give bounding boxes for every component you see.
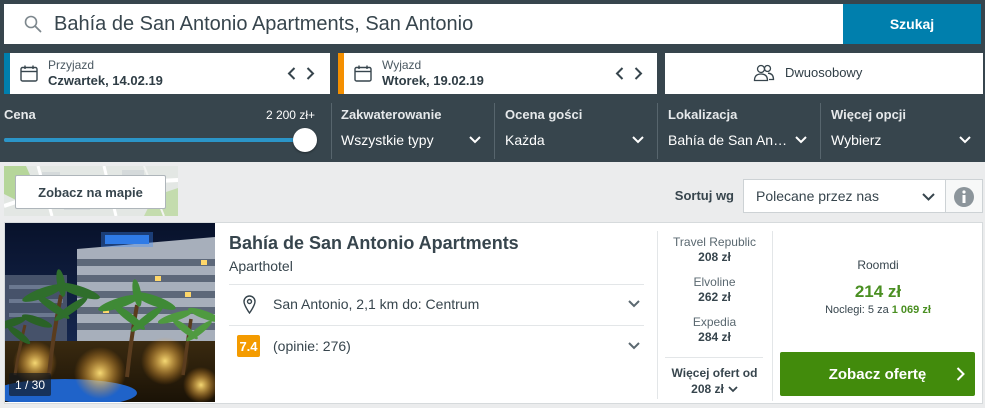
offer-provider: Travel Republic [673, 235, 756, 249]
rating-row[interactable]: 7.4 (opinie: 276) [229, 326, 644, 366]
chevron-down-icon [922, 193, 935, 201]
sort-info-button[interactable] [946, 179, 983, 213]
more-offers-price: 208 zł [691, 382, 724, 396]
chevron-left-icon[interactable] [287, 67, 296, 80]
accommodation-value: Wszystkie typy [341, 132, 434, 148]
checkin-field[interactable]: Przyjazd Czwartek, 14.02.19 [4, 53, 330, 94]
nights-total: 1 069 zł [891, 304, 931, 316]
featured-provider: Roomdi [857, 258, 899, 272]
checkin-label: Przyjazd [48, 58, 95, 72]
offer-item[interactable]: Travel Republic 208 zł [657, 233, 772, 267]
chevron-down-icon [728, 385, 738, 393]
calendar-icon [20, 65, 38, 82]
sort-value: Polecane przez nas [756, 188, 879, 204]
location-pin-icon [243, 295, 256, 314]
checkin-stripe [4, 53, 10, 94]
chevron-left-icon[interactable] [615, 67, 624, 80]
location-text: San Antonio, 2,1 km do: Centrum [273, 296, 480, 312]
rating-badge: 7.4 [237, 335, 260, 357]
more-offers-label: Więcej ofert od [671, 366, 758, 380]
more-options-value: Wybierz [831, 132, 882, 148]
hotel-search-page: Szukaj Przyjazd Czwartek, 14.02.19 Wyjaz… [0, 0, 985, 408]
chevron-down-icon [469, 136, 481, 144]
price-slider-knob[interactable] [293, 128, 317, 152]
more-offers-price-row: 208 zł [657, 382, 772, 396]
location-label: Lokalizacja [668, 107, 738, 122]
price-filter-label: Cena [4, 107, 36, 122]
price-slider-track[interactable] [4, 138, 304, 142]
chevron-right-icon[interactable] [306, 67, 315, 80]
guests-field[interactable]: Dwuosobowy [665, 53, 983, 94]
photo-counter: 1 / 30 [9, 373, 51, 396]
view-deal-button[interactable]: Zobacz ofertę [780, 352, 975, 396]
users-icon [753, 64, 775, 82]
location-filter[interactable]: Lokalizacja Bahía de San An… [658, 100, 820, 160]
offer-provider: Expedia [692, 315, 737, 329]
search-bar [4, 4, 843, 44]
offer-item[interactable]: Elvoline 262 zł [657, 273, 772, 307]
search-button[interactable]: Szukaj [843, 4, 981, 44]
guests-label: Dwuosobowy [785, 65, 863, 80]
more-options-filter[interactable]: Więcej opcji Wybierz [821, 100, 985, 160]
accommodation-label: Zakwaterowanie [341, 107, 442, 122]
hotel-result-card: 1 / 30 Bahía de San Antonio Apartments A… [4, 222, 983, 404]
divider [665, 357, 763, 358]
more-offers-toggle[interactable]: Więcej ofert od 208 zł [657, 363, 772, 399]
nights-summary: Noclegi: 5 za 1 069 zł [773, 304, 983, 317]
checkin-date: Czwartek, 14.02.19 [48, 73, 163, 88]
hotel-type: Aparthotel [229, 258, 293, 274]
info-icon [953, 186, 975, 208]
view-deal-label: Zobacz ofertę [828, 365, 927, 383]
chevron-down-icon [628, 300, 640, 308]
guest-rating-label: Ocena gości [505, 107, 583, 122]
featured-deal[interactable]: Roomdi 214 zł Noclegi: 5 za 1 069 zł [773, 223, 983, 343]
hotel-name[interactable]: Bahía de San Antonio Apartments [229, 232, 519, 254]
offer-price: 262 zł [698, 290, 731, 304]
checkout-label: Wyjazd [382, 58, 422, 72]
checkout-stripe [338, 53, 344, 94]
guest-rating-filter[interactable]: Ocena gości Każda [495, 100, 657, 160]
show-map-button[interactable]: Zobacz na mapie [15, 175, 166, 209]
offer-provider: Elvoline [693, 275, 736, 289]
checkout-date: Wtorek, 19.02.19 [382, 73, 484, 88]
chevron-down-icon [628, 342, 640, 350]
location-row[interactable]: San Antonio, 2,1 km do: Centrum [229, 285, 644, 325]
chevron-right-icon [956, 367, 965, 381]
nights-prefix: Noclegi: 5 za [825, 304, 889, 316]
offer-price: 208 zł [698, 250, 731, 264]
location-value: Bahía de San An… [668, 132, 788, 148]
price-max-label: 2 200 zł+ [265, 108, 315, 122]
chevron-down-icon [795, 136, 807, 144]
featured-price: 214 zł [854, 282, 902, 301]
offer-price: 284 zł [698, 330, 731, 344]
calendar-icon [354, 65, 372, 82]
guest-rating-value: Każda [505, 132, 545, 148]
accommodation-filter[interactable]: Zakwaterowanie Wszystkie typy [332, 100, 494, 160]
search-input[interactable] [54, 4, 834, 44]
chevron-down-icon [632, 136, 644, 144]
search-header: Szukaj Przyjazd Czwartek, 14.02.19 Wyjaz… [0, 0, 985, 162]
checkout-field[interactable]: Wyjazd Wtorek, 19.02.19 [338, 53, 657, 94]
sort-dropdown[interactable]: Polecane przez nas [743, 179, 946, 213]
offer-item[interactable]: Expedia 284 zł [657, 313, 772, 347]
search-icon [24, 15, 42, 33]
chevron-down-icon [959, 136, 971, 144]
price-slider-fill [4, 138, 304, 142]
review-count: (opinie: 276) [273, 338, 351, 354]
sort-label: Sortuj wg [674, 188, 734, 203]
chevron-right-icon[interactable] [634, 67, 643, 80]
more-options-label: Więcej opcji [831, 107, 907, 122]
